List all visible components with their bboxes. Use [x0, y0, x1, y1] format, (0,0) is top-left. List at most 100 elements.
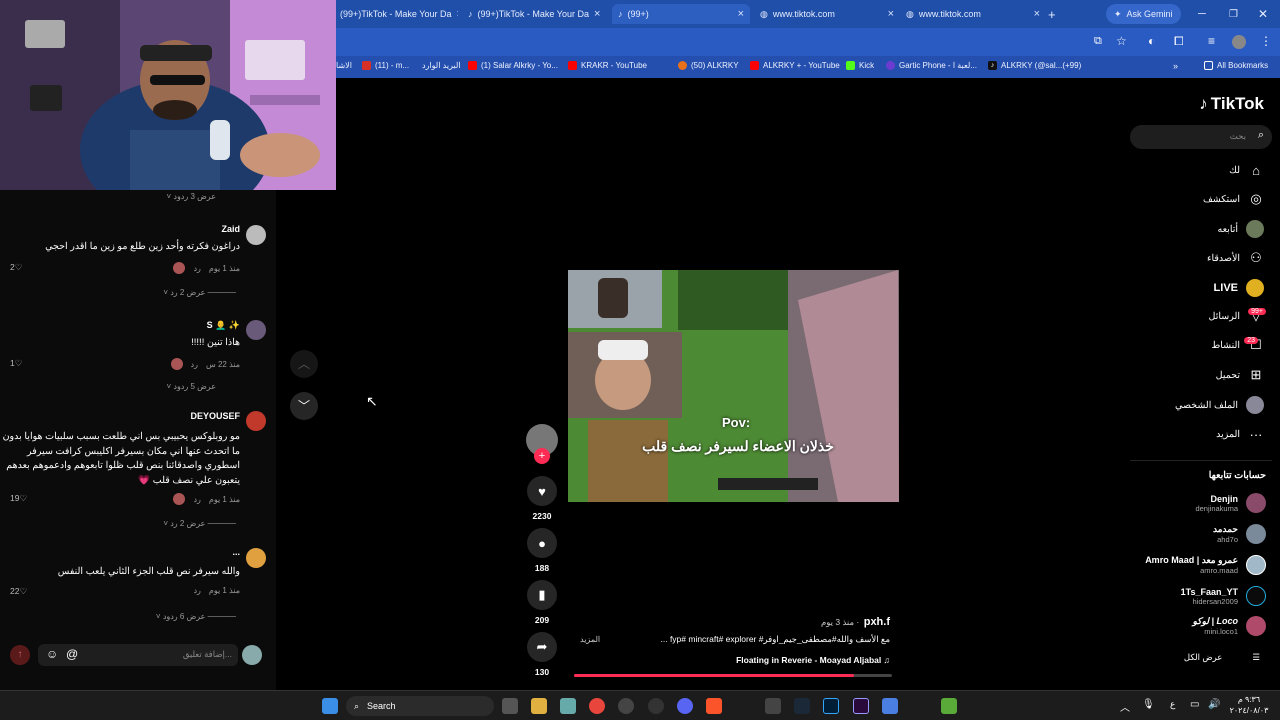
close-tab-icon[interactable]: × [888, 8, 894, 20]
bookmark-item[interactable]: الاشا [336, 61, 352, 70]
bookmark-item[interactable]: ALKRKY + - YouTube [750, 61, 840, 70]
follow-button[interactable]: + [534, 448, 550, 464]
windows-start-icon[interactable] [322, 698, 338, 714]
browser-tab[interactable]: (99+)TikTok - Make Your Da × [340, 4, 458, 24]
browser-tab[interactable]: ♪ (99+)TikTok - Make Your Da × [468, 4, 608, 24]
view-replies-button[interactable]: ───── عرض 6 ردود ˅ [156, 612, 236, 621]
comment-like[interactable]: 1♡ [10, 358, 22, 369]
profile-avatar[interactable] [1232, 35, 1246, 49]
comment-author[interactable]: ... [232, 547, 240, 557]
new-tab-button[interactable]: + [1048, 4, 1056, 24]
language-indicator[interactable]: ع [1170, 699, 1175, 710]
app-icon[interactable] [648, 698, 664, 714]
chrome-icon[interactable] [589, 698, 605, 714]
browser-tab-active[interactable]: ♪ (99+) × [612, 4, 750, 24]
sidebar-item-following[interactable]: أتابعه [1218, 220, 1264, 238]
mention-icon[interactable]: @ [66, 647, 78, 661]
comment-like[interactable]: 22♡ [10, 586, 27, 597]
following-account[interactable]: Amro Maad | عمرو معد amro.maad [1145, 555, 1266, 575]
bookmark-item[interactable]: ♪ ALKRKY (@sal...(+99) [988, 61, 1081, 70]
share-action[interactable]: ➦ 130 [526, 632, 558, 677]
comment-like[interactable]: 2♡ [10, 262, 22, 273]
show-all-following[interactable]: عرض الكل ☰ [1184, 652, 1260, 663]
bookmark-item[interactable]: البريد الوارد [422, 61, 461, 70]
sidebar-item-upload[interactable]: تحميل ⊞ [1216, 367, 1264, 383]
steam-icon[interactable] [794, 698, 810, 714]
store-icon[interactable] [560, 698, 576, 714]
browser-menu-icon[interactable]: ⋮ [1260, 34, 1272, 48]
close-tab-icon[interactable]: × [738, 8, 744, 20]
discord-icon[interactable] [677, 698, 693, 714]
following-account[interactable]: حمدمد ahd7o [1213, 524, 1266, 544]
reply-button[interactable]: رد [191, 360, 198, 369]
network-icon[interactable]: ▭ [1190, 699, 1199, 710]
browser-tab[interactable]: ◍ www.tiktok.com × [906, 4, 1040, 24]
brave-icon[interactable] [706, 698, 722, 714]
media-controls-icon[interactable]: ≡ [1208, 34, 1215, 48]
bookmark-item[interactable]: KRAKR - YouTube [568, 61, 647, 70]
close-tab-icon[interactable]: × [594, 8, 600, 20]
microphone-icon[interactable]: 🎙 [1142, 699, 1155, 710]
restore-button[interactable]: ❐ [1229, 4, 1238, 24]
comment-input[interactable]: ☺ @ إضافة تعليق... [38, 644, 238, 666]
bookmark-item[interactable]: Gartic Phone - لعبة ا... [886, 61, 977, 70]
search-input[interactable]: ⌕ بحث [1130, 125, 1272, 149]
minimize-button[interactable]: ─ [1198, 4, 1206, 24]
bookmark-item[interactable]: (11) - m... [362, 61, 409, 70]
close-tab-icon[interactable]: × [456, 8, 458, 20]
post-comment-button[interactable]: ↑ [10, 645, 30, 665]
premiere-icon[interactable] [853, 698, 869, 714]
sidebar-item-friends[interactable]: الأصدقاء ⚇ [1207, 250, 1264, 266]
view-replies-button[interactable]: ───── عرض 2 رد ˅ [163, 288, 236, 297]
avatar[interactable] [246, 548, 266, 568]
avatar[interactable] [246, 320, 266, 340]
clock[interactable]: ٩:٣٦ م ٢٠٢٤/٠٨/٠٣ [1226, 694, 1272, 716]
close-tab-icon[interactable]: × [1034, 8, 1040, 20]
comment-author[interactable]: DEYOUSEF [190, 411, 240, 421]
all-bookmarks[interactable]: All Bookmarks [1204, 61, 1268, 70]
extension-icon[interactable]: ◐ [1148, 34, 1155, 48]
bookmark-icon[interactable]: ▮ [527, 580, 557, 610]
comment-author[interactable]: S 👨‍🦲 ✨ [207, 320, 240, 331]
sidebar-item-explore[interactable]: استكشف ◎ [1203, 191, 1264, 207]
bookmarks-overflow-icon[interactable]: » [1173, 61, 1178, 71]
task-view-icon[interactable] [502, 698, 518, 714]
progress-bar[interactable] [574, 674, 892, 677]
following-account[interactable]: Denjin denjinakuma [1195, 493, 1266, 513]
view-replies-button[interactable]: عرض 5 ردود ˅ [166, 382, 216, 391]
puzzle-extensions-icon[interactable]: ⧠ [1174, 34, 1184, 49]
reply-button[interactable]: رد [193, 586, 200, 595]
bookmark-star-icon[interactable]: ☆ [1116, 34, 1127, 48]
next-video-button[interactable]: ﹀ [290, 392, 318, 420]
reply-button[interactable]: رد [193, 495, 200, 504]
sound-link[interactable]: Floating in Reverie - Moayad Aljabal ♫ [640, 655, 890, 665]
taskbar-search[interactable]: ⌕ Search [346, 696, 494, 716]
bookmark-item[interactable]: (50) ALKRKY [678, 61, 739, 70]
comment-action[interactable]: ● 188 [526, 528, 558, 573]
minecraft-icon[interactable] [941, 698, 957, 714]
comment-icon[interactable]: ● [527, 528, 557, 558]
view-replies-button[interactable]: ───── عرض 2 رد ˅ [163, 519, 236, 528]
share-icon[interactable]: ➦ [527, 632, 557, 662]
close-window-button[interactable]: ✕ [1258, 4, 1268, 24]
like-action[interactable]: ♥ 2230 [526, 476, 558, 521]
caption-more-button[interactable]: المزيد [580, 635, 600, 644]
tray-overflow-icon[interactable]: ︿ [1120, 699, 1130, 714]
avatar[interactable] [246, 225, 266, 245]
browser-tab[interactable]: ◍ www.tiktok.com × [760, 4, 894, 24]
previous-video-button[interactable]: ︿ [290, 350, 318, 378]
emoji-icon[interactable]: ☺ [46, 647, 58, 661]
ask-gemini-button[interactable]: ✦ Ask Gemini [1106, 4, 1181, 24]
reply-button[interactable]: رد [193, 264, 200, 273]
obs-icon[interactable] [618, 698, 634, 714]
video-player[interactable]: Pov: خذلان الاعضاء لسيرفر نصف قلب [568, 270, 899, 502]
sidebar-item-for-you[interactable]: لك ⌂ [1229, 162, 1264, 178]
volume-icon[interactable]: 🔊 [1208, 699, 1220, 710]
comment-like[interactable]: 19♡ [10, 493, 27, 504]
tiktok-logo[interactable]: ♪ TikTok [1199, 94, 1264, 114]
heart-icon[interactable]: ♥ [527, 476, 557, 506]
sidebar-item-more[interactable]: المزيد ··· [1216, 426, 1264, 442]
app-icon[interactable] [882, 698, 898, 714]
photoshop-icon[interactable] [823, 698, 839, 714]
install-app-icon[interactable]: ⧉ [1094, 35, 1102, 48]
